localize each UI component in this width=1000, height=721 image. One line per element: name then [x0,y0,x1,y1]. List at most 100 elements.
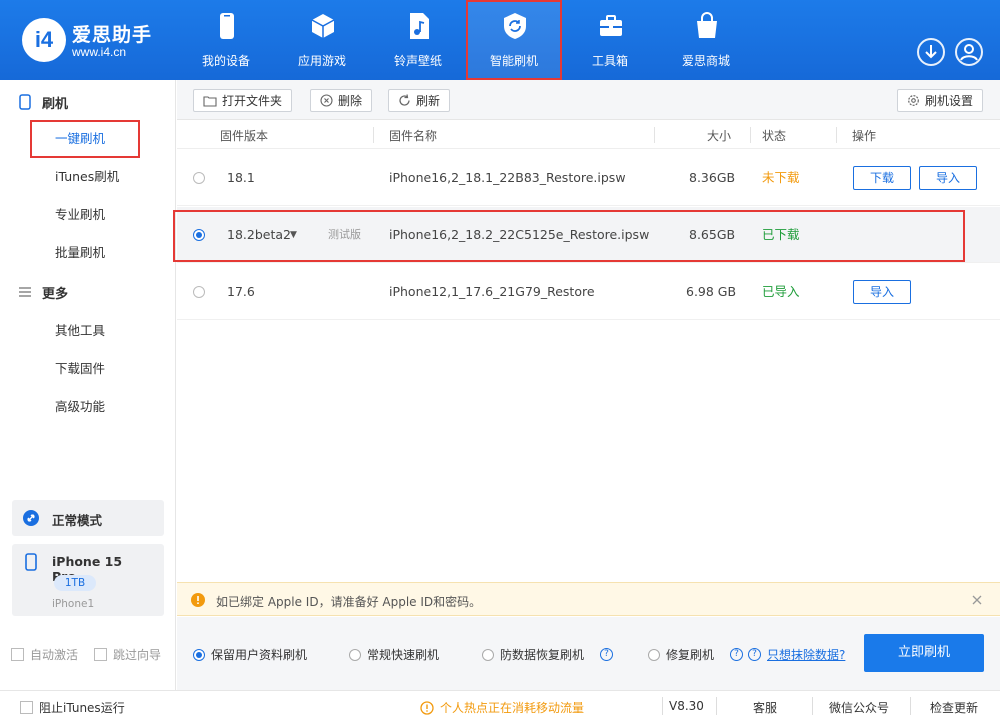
block-itunes-checkbox[interactable] [20,701,33,714]
music-file-icon [410,13,429,39]
footer-divider [910,697,911,715]
erase-data-link-wrap[interactable]: ? 只想抹除数据? [748,646,845,663]
footer-divider [662,697,663,715]
import-firmware-button[interactable]: 导入 [919,166,977,190]
download-firmware-button[interactable]: 下载 [853,166,911,190]
nav-store[interactable]: 爱思商城 [658,0,754,80]
hotspot-warning: 个人热点正在消耗移动流量 [420,699,584,716]
user-icon [960,44,978,61]
refresh-button[interactable]: 刷新 [388,89,451,112]
link-icon [23,510,39,526]
apple-id-notice: 如已绑定 Apple ID，请准备好 Apple ID和密码。 [177,582,1000,616]
option-radio[interactable] [482,648,494,661]
block-itunes-label: 阻止iTunes运行 [39,701,125,715]
option-keep-data[interactable]: 保留用户资料刷机 [193,646,307,663]
firmware-version: 18.2beta2 [227,227,291,242]
option-label: 保留用户资料刷机 [211,648,308,662]
firmware-size: 8.65GB [689,227,736,242]
block-itunes-option[interactable]: 阻止iTunes运行 [20,699,125,716]
option-label: 修复刷机 [666,648,715,662]
help-icon[interactable]: ? [730,648,744,661]
nav-label: 我的设备 [201,54,250,68]
download-manager-button[interactable] [917,38,945,66]
nav-my-device[interactable]: 我的设备 [178,0,274,80]
nav-toolbox[interactable]: 工具箱 [562,0,658,80]
flash-now-button[interactable]: 立即刷机 [864,634,984,672]
auto-activate-checkbox[interactable] [11,648,24,661]
sidebar-heading: 刷机 [42,96,69,112]
sidebar-item-pro-flash[interactable]: 专业刷机 [30,196,140,234]
flash-settings-label: 刷机设置 [925,94,974,108]
close-notice-icon[interactable] [972,595,982,605]
nav-label: 铃声壁纸 [393,54,442,68]
warning-icon [191,593,205,607]
firmware-version: 17.6 [227,284,255,299]
nav-apps-games[interactable]: 应用游戏 [274,0,370,80]
open-folder-button[interactable]: 打开文件夹 [193,89,293,112]
firmware-status: 已导入 [762,284,800,299]
sidebar-item-advanced[interactable]: 高级功能 [30,388,140,426]
notice-text: 如已绑定 Apple ID，请准备好 Apple ID和密码。 [216,595,482,609]
device-card[interactable]: iPhone 15 Pro... 1TB iPhone1 [12,544,164,616]
flash-settings-button[interactable]: 刷机设置 [897,89,984,112]
refresh-label: 刷新 [416,94,441,108]
version-label: V8.30 [669,699,704,713]
skip-guide-checkbox[interactable] [94,648,107,661]
sidebar-item-itunes-flash[interactable]: iTunes刷机 [30,158,140,196]
erase-data-link[interactable]: 只想抹除数据? [767,646,845,663]
help-icon[interactable]: ? [748,648,761,661]
delete-button[interactable]: 删除 [310,89,373,112]
delete-label: 删除 [338,94,363,108]
sidebar-item-other-tools[interactable]: 其他工具 [30,312,140,350]
option-repair-flash[interactable]: 修复刷机 ? [648,646,744,663]
option-anti-recovery-flash[interactable]: 防数据恢复刷机 ? [482,646,614,663]
firmware-row-selected[interactable]: 18.2beta2 ▼ 测试版 iPhone16,2_18.2_22C5125e… [177,207,1000,263]
header-action: 操作 [852,129,877,143]
firmware-row[interactable]: 17.6 iPhone12,1_17.6_21G79_Restore 6.98 … [177,264,1000,320]
user-account-button[interactable] [955,38,983,66]
nav-ringtones-wallpapers[interactable]: 铃声壁纸 [370,0,466,80]
option-radio-selected[interactable] [193,648,205,661]
sidebar-item-download-firmware[interactable]: 下载固件 [30,350,140,388]
brand-name: 爱思助手 [72,24,153,46]
device-capacity-badge: 1TB [54,575,96,591]
option-radio[interactable] [349,648,361,661]
delete-icon [320,94,333,107]
firmware-radio-selected[interactable] [193,229,205,241]
footer-divider [812,697,813,715]
option-radio[interactable] [648,648,660,661]
wechat-link[interactable]: 微信公众号 [829,699,889,716]
auto-activate-option[interactable]: 自动激活 [11,646,78,663]
flash-options-bar: 保留用户资料刷机 常规快速刷机 防数据恢复刷机 ? 修复刷机 ? ? 只想抹除数… [177,617,1000,690]
phone-outline-icon [19,94,31,110]
support-link[interactable]: 客服 [753,699,777,716]
gear-icon [908,95,919,106]
firmware-radio[interactable] [193,172,205,184]
sidebar-item-batch-flash[interactable]: 批量刷机 [30,234,140,272]
header-divider [373,127,374,143]
skip-guide-label: 跳过向导 [113,648,162,662]
help-icon[interactable]: ? [600,648,614,661]
sidebar-item-one-click-flash[interactable]: 一键刷机 [30,120,140,158]
download-icon [925,45,937,59]
check-update-link[interactable]: 检查更新 [930,699,978,716]
skip-guide-option[interactable]: 跳过向导 [94,646,161,663]
firmware-row[interactable]: 18.1 iPhone16,2_18.1_22B83_Restore.ipsw … [177,150,1000,206]
beta-tag: 测试版 [328,228,361,241]
device-mode-label: 正常模式 [52,513,103,528]
phone-icon [220,13,234,39]
status-bar: 阻止iTunes运行 个人热点正在消耗移动流量 V8.30 客服 微信公众号 检… [0,690,1000,721]
firmware-name: iPhone12,1_17.6_21G79_Restore [389,284,595,299]
nav-smart-flash[interactable]: 智能刷机 [466,0,562,80]
version-dropdown-icon[interactable]: ▼ [290,207,297,263]
shopping-bag-icon [697,12,717,38]
device-mode-indicator: 正常模式 [12,500,164,536]
header-name: 固件名称 [389,129,438,143]
cube-icon [311,14,335,38]
import-firmware-button[interactable]: 导入 [853,280,911,304]
firmware-radio[interactable] [193,286,205,298]
option-label: 常规快速刷机 [367,648,440,662]
firmware-status: 已下载 [762,227,800,242]
sidebar-section-more: 更多 [18,280,68,304]
option-quick-flash[interactable]: 常规快速刷机 [349,646,439,663]
